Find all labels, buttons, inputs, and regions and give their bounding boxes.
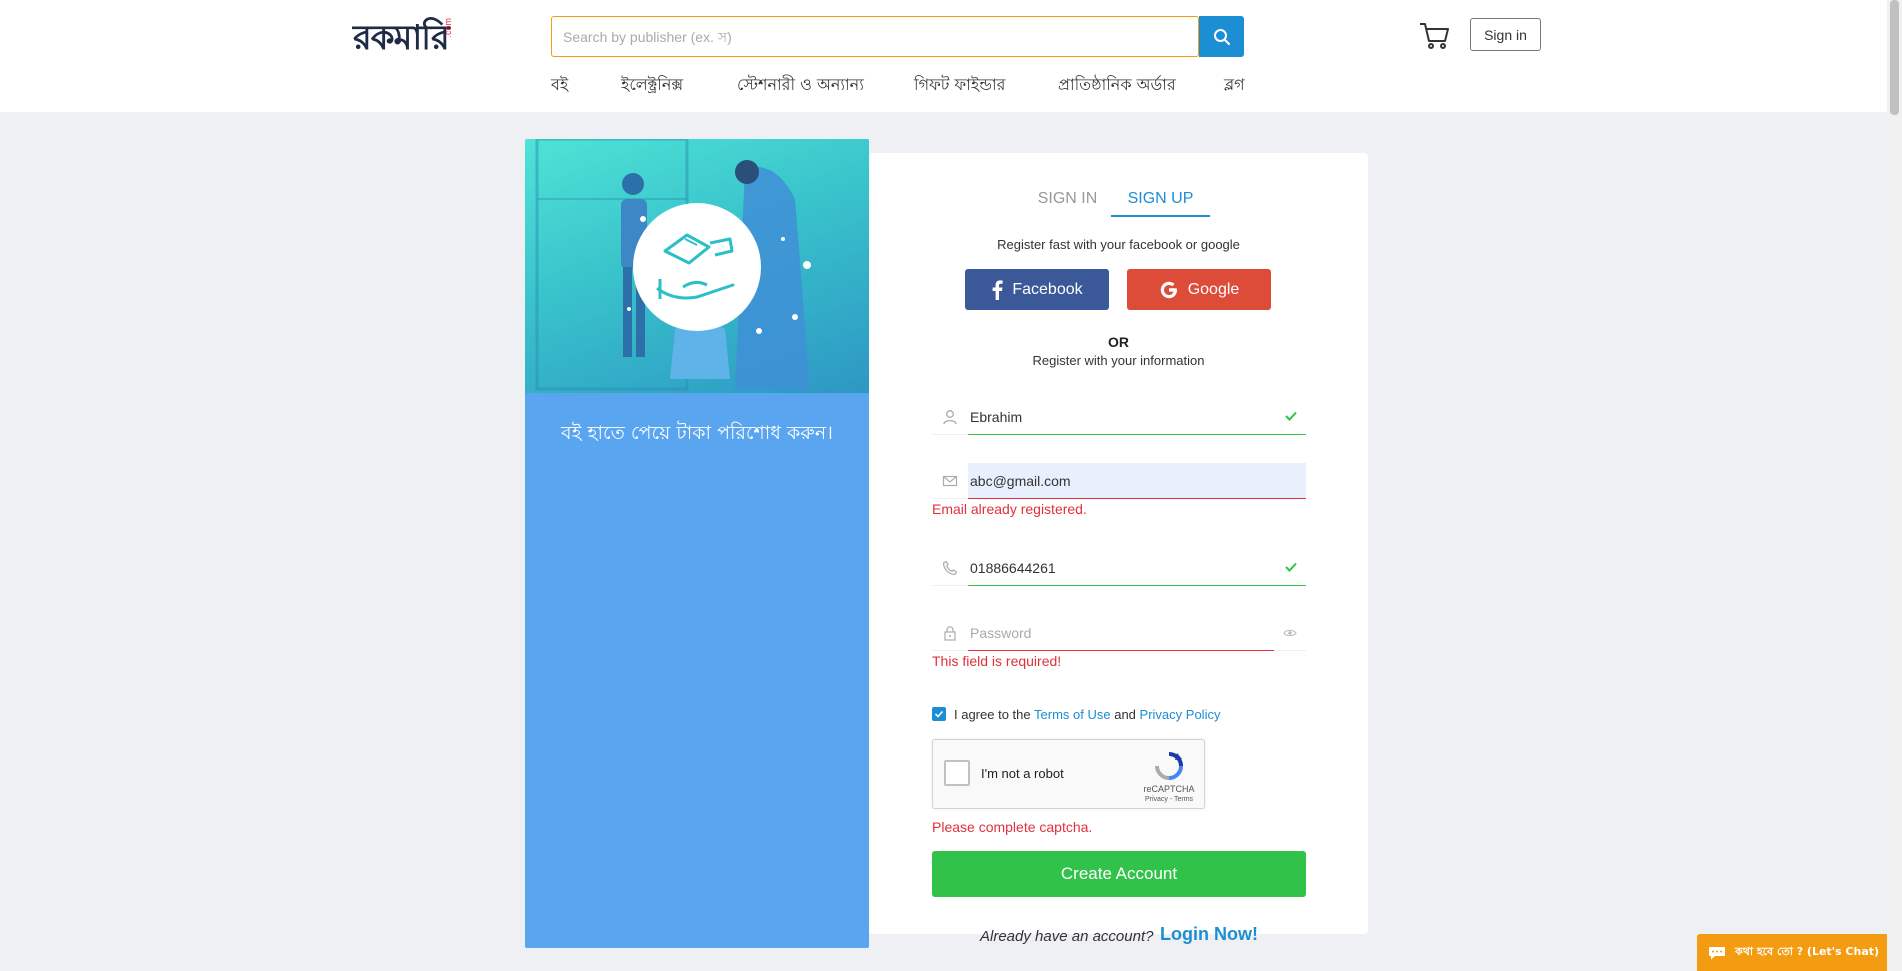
user-icon <box>932 399 968 435</box>
or-divider: OR <box>1108 334 1129 350</box>
google-label: Google <box>1187 280 1240 298</box>
auth-tabs: SIGN IN SIGN UP <box>1024 181 1210 217</box>
check-icon <box>1285 411 1297 421</box>
nav-item-corporate-order[interactable]: প্রাতিষ্ঠানিক অর্ডার <box>1058 72 1176 98</box>
cart-icon <box>1420 23 1449 49</box>
facebook-icon <box>992 279 1003 300</box>
promo-text: বই হাতে পেয়ে টাকা পরিশোধ করুন। <box>561 422 833 444</box>
nav-item-blog[interactable]: ব্লগ <box>1224 72 1245 98</box>
terms-agreement: I agree to the Terms of Use and Privacy … <box>932 704 1220 724</box>
chat-icon <box>1709 946 1725 959</box>
captcha-checkbox[interactable] <box>944 760 970 786</box>
cash-on-delivery-illustration <box>525 139 869 393</box>
search-button[interactable] <box>1199 16 1244 57</box>
captcha-brand: reCAPTCHA <box>1143 784 1195 794</box>
scrollbar-thumb[interactable] <box>1890 0 1899 115</box>
password-error: This field is required! <box>932 653 1062 669</box>
phone-input[interactable]: 01886644261 <box>968 550 1306 586</box>
logo-wordmark: রকমারি <box>353 18 450 58</box>
name-input[interactable]: Ebrahim <box>968 399 1306 435</box>
create-account-button[interactable]: Create Account <box>932 851 1306 897</box>
check-icon <box>1285 562 1297 572</box>
nav-item-books[interactable]: বই <box>551 72 568 98</box>
privacy-link[interactable]: Privacy Policy <box>1140 707 1221 722</box>
tab-signup[interactable]: SIGN UP <box>1111 181 1210 217</box>
tab-signin[interactable]: SIGN IN <box>1024 181 1111 217</box>
password-field: Password <box>932 615 1306 651</box>
search-input[interactable] <box>552 17 1198 56</box>
site-header: রকমারি .com Sign in বই ইলেক্ট্রনিক্স স্ট… <box>0 0 1902 112</box>
cart-button[interactable] <box>1418 18 1452 52</box>
register-fast-text: Register fast with your facebook or goog… <box>997 237 1240 252</box>
email-error: Email already registered. <box>932 501 1087 517</box>
already-account-text: Already have an account? <box>980 928 1154 945</box>
eye-icon <box>1283 629 1297 636</box>
terms-checkbox[interactable] <box>932 707 946 721</box>
signup-card: SIGN IN SIGN UP Register fast with your … <box>869 153 1368 934</box>
email-input[interactable]: abc@gmail.com <box>968 463 1306 499</box>
google-signup-button[interactable]: Google <box>1127 269 1271 310</box>
google-icon <box>1160 281 1177 298</box>
captcha-label: I'm not a robot <box>981 766 1064 781</box>
header-signin-button[interactable]: Sign in <box>1470 18 1541 51</box>
nav-item-stationery[interactable]: স্টেশনারী ও অন্যান্য <box>737 72 864 98</box>
recaptcha-widget: I'm not a robot reCAPTCHA Privacy - Term… <box>932 739 1205 809</box>
recaptcha-icon <box>1155 752 1183 780</box>
email-field: abc@gmail.com <box>932 463 1306 499</box>
promo-panel: বই হাতে পেয়ে টাকা পরিশোধ করুন। <box>525 139 869 948</box>
envelope-icon <box>932 463 968 499</box>
chat-widget[interactable]: কথা হবে তো ? (Let's Chat) <box>1697 934 1890 971</box>
captcha-terms[interactable]: Privacy - Terms <box>1138 796 1200 803</box>
captcha-error: Please complete captcha. <box>932 819 1093 835</box>
nav-item-gift-finder[interactable]: গিফট ফাইন্ডার <box>914 72 1005 98</box>
agree-and: and <box>1114 706 1136 722</box>
name-field: Ebrahim <box>932 399 1306 435</box>
checkmark-icon <box>934 710 944 718</box>
search-icon <box>1213 28 1230 45</box>
phone-field: 01886644261 <box>932 550 1306 586</box>
phone-icon <box>932 550 968 586</box>
search-box <box>551 16 1199 57</box>
register-info-text: Register with your information <box>1032 353 1205 368</box>
logo-com: .com <box>443 18 453 38</box>
page-scrollbar[interactable] <box>1887 0 1902 971</box>
facebook-signup-button[interactable]: Facebook <box>965 269 1109 310</box>
terms-link[interactable]: Terms of Use <box>1034 707 1111 722</box>
facebook-label: Facebook <box>1012 280 1083 298</box>
chat-label: কথা হবে তো ? (Let's Chat) <box>1735 945 1880 958</box>
nav-item-electronics[interactable]: ইলেক্ট্রনিক্স <box>621 72 683 98</box>
password-input[interactable]: Password <box>968 615 1274 651</box>
login-now-link[interactable]: Login Now! <box>1160 924 1258 945</box>
rokomari-logo[interactable]: রকমারি .com <box>353 14 453 60</box>
lock-icon <box>932 615 968 651</box>
agree-prefix: I agree to the <box>954 706 1031 722</box>
show-password-toggle[interactable] <box>1274 615 1306 651</box>
